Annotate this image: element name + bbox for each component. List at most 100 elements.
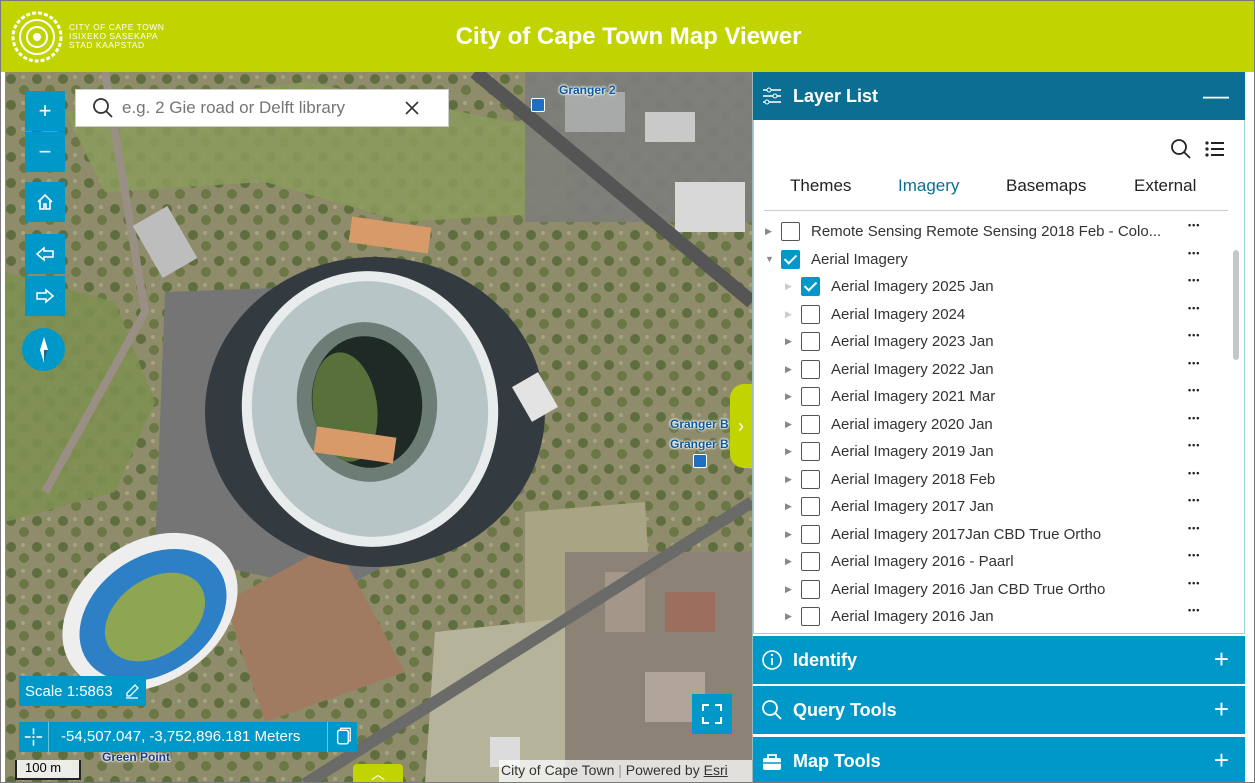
layer-list-header[interactable]: Layer List — <box>753 72 1245 120</box>
zoom-out-button[interactable]: − <box>25 132 65 172</box>
expand-icon[interactable]: + <box>1214 745 1229 776</box>
caret-right-icon[interactable]: ▶ <box>785 501 792 512</box>
bottom-panel-toggle[interactable]: ︿ <box>353 764 403 782</box>
caret-right-icon[interactable]: ▶ <box>785 474 792 485</box>
layer-checkbox[interactable] <box>801 607 820 626</box>
toolbox-icon <box>763 754 781 770</box>
layer-options-icon[interactable]: ••• <box>1188 275 1200 285</box>
caret-right-icon[interactable]: ▶ <box>785 584 792 595</box>
home-button[interactable] <box>25 182 65 222</box>
layer-row[interactable]: ▶ Aerial Imagery 2017 Jan ••• <box>764 493 1228 520</box>
identify-header[interactable]: Identify + <box>753 636 1245 684</box>
layer-row[interactable]: ▶ Aerial Imagery 2022 Jan ••• <box>764 356 1228 383</box>
zoom-in-button[interactable]: + <box>25 91 65 131</box>
layer-checkbox[interactable] <box>801 277 820 296</box>
collapse-icon[interactable]: — <box>1203 80 1229 111</box>
layer-checkbox[interactable] <box>781 222 800 241</box>
layer-options-icon[interactable]: ••• <box>1188 385 1200 395</box>
layer-row[interactable]: ▶ Aerial Imagery 2016 Jan CBD True Ortho •… <box>764 576 1228 603</box>
layer-checkbox[interactable] <box>801 332 820 351</box>
caret-right-icon[interactable]: ▶ <box>785 281 792 292</box>
caret-right-icon[interactable]: ▶ <box>785 364 792 375</box>
layer-options-icon[interactable]: ••• <box>1188 468 1200 478</box>
layer-list-scrollbar[interactable] <box>1232 250 1240 630</box>
layer-row[interactable]: ▼ Aerial Imagery ••• <box>764 246 1228 273</box>
layer-options-icon[interactable]: ••• <box>1188 523 1200 533</box>
caret-right-icon[interactable]: ▶ <box>785 611 792 622</box>
tab-basemaps[interactable]: Basemaps <box>1006 176 1086 196</box>
esri-link[interactable]: Esri <box>704 762 728 778</box>
layer-options-icon[interactable]: ••• <box>1188 358 1200 368</box>
caret-right-icon[interactable]: ▶ <box>785 419 792 430</box>
layer-checkbox[interactable] <box>781 249 800 269</box>
scrollbar-thumb[interactable] <box>1233 250 1239 360</box>
search-layers-icon[interactable] <box>1170 138 1192 160</box>
caret-right-icon[interactable]: ▶ <box>785 309 792 320</box>
chevron-up-icon: ︿ <box>371 766 385 782</box>
layer-checkbox[interactable] <box>801 304 820 324</box>
fullscreen-button[interactable] <box>692 694 732 734</box>
edit-scale-icon[interactable] <box>124 683 140 699</box>
layer-options-icon[interactable]: ••• <box>1188 495 1200 505</box>
bus-stop-icon[interactable] <box>693 454 707 468</box>
copy-icon[interactable] <box>327 722 357 752</box>
layer-options-icon[interactable]: ••• <box>1188 578 1200 588</box>
next-extent-button[interactable] <box>25 276 65 316</box>
caret-right-icon[interactable]: ▶ <box>785 391 792 402</box>
bus-stop-label-granger-b-1[interactable]: Granger B <box>670 417 729 431</box>
layer-row[interactable]: ▶ Aerial Imagery 2021 Mar ••• <box>764 383 1228 410</box>
layer-options-icon[interactable]: ••• <box>1188 605 1200 615</box>
previous-extent-button[interactable] <box>25 234 65 274</box>
layer-checkbox[interactable] <box>801 524 820 544</box>
layer-options-icon[interactable]: ••• <box>1188 248 1200 258</box>
expand-panel-toggle[interactable]: › <box>730 384 752 468</box>
search-box[interactable] <box>75 89 449 127</box>
map-tools-header[interactable]: Map Tools + <box>753 737 1245 782</box>
bus-stop-icon[interactable] <box>531 98 545 112</box>
layer-checkbox[interactable] <box>801 497 820 516</box>
layer-row[interactable]: ▶ Aerial Imagery 2025 Jan ••• <box>764 273 1228 300</box>
layer-row[interactable]: ▶ Aerial Imagery 2018 Feb ••• <box>764 466 1228 493</box>
tab-themes[interactable]: Themes <box>790 176 851 196</box>
layer-checkbox[interactable] <box>801 442 820 461</box>
expand-icon[interactable]: + <box>1214 694 1229 725</box>
layer-row[interactable]: ▶ Aerial Imagery 2023 Jan ••• <box>764 328 1228 355</box>
map-view[interactable]: Granger 2 Granger B Granger B Green Poin… <box>5 72 752 782</box>
caret-down-icon[interactable]: ▼ <box>765 254 774 264</box>
layer-checkbox[interactable] <box>801 469 820 489</box>
layer-options-icon[interactable]: ••• <box>1188 413 1200 423</box>
caret-right-icon[interactable]: ▶ <box>785 336 792 347</box>
layer-options-icon[interactable]: ••• <box>1188 330 1200 340</box>
bus-stop-label-granger-b-2[interactable]: Granger B <box>670 437 729 451</box>
layer-options-icon[interactable]: ••• <box>1188 303 1200 313</box>
caret-right-icon[interactable]: ▶ <box>785 529 792 540</box>
clear-search-icon[interactable] <box>404 100 420 116</box>
bus-stop-label-granger-2[interactable]: Granger 2 <box>559 83 616 97</box>
layer-options-icon[interactable]: ••• <box>1188 550 1200 560</box>
layer-checkbox[interactable] <box>801 579 820 599</box>
layer-row[interactable]: ▶ Aerial Imagery 2016 - Paarl ••• <box>764 548 1228 575</box>
layer-row[interactable]: ▶ Remote Sensing Remote Sensing 2018 Feb … <box>764 218 1228 245</box>
layer-row[interactable]: ▶ Aerial Imagery 2024 ••• <box>764 301 1228 328</box>
layer-checkbox[interactable] <box>801 552 820 571</box>
caret-right-icon[interactable]: ▶ <box>785 556 792 567</box>
crosshair-icon[interactable] <box>19 722 49 752</box>
list-options-icon[interactable] <box>1204 138 1226 160</box>
caret-right-icon[interactable]: ▶ <box>785 446 792 457</box>
caret-right-icon[interactable]: ▶ <box>765 226 772 237</box>
tab-external[interactable]: External <box>1134 176 1196 196</box>
layer-checkbox[interactable] <box>801 359 820 379</box>
layer-checkbox[interactable] <box>801 387 820 406</box>
layer-row[interactable]: ▶ Aerial imagery 2020 Jan ••• <box>764 411 1228 438</box>
expand-icon[interactable]: + <box>1214 644 1229 675</box>
layer-row[interactable]: ▶ Aerial Imagery 2017Jan CBD True Ortho ••… <box>764 521 1228 548</box>
layer-row[interactable]: ▶ Aerial Imagery 2019 Jan ••• <box>764 438 1228 465</box>
layer-options-icon[interactable]: ••• <box>1188 440 1200 450</box>
layer-checkbox[interactable] <box>801 414 820 434</box>
tab-imagery[interactable]: Imagery <box>898 176 959 196</box>
compass-button[interactable] <box>22 328 65 371</box>
layer-options-icon[interactable]: ••• <box>1188 220 1200 230</box>
layer-row[interactable]: ▶ Aerial Imagery 2016 Jan ••• <box>764 603 1228 630</box>
search-input[interactable] <box>122 98 412 118</box>
query-tools-header[interactable]: Query Tools + <box>753 686 1245 734</box>
